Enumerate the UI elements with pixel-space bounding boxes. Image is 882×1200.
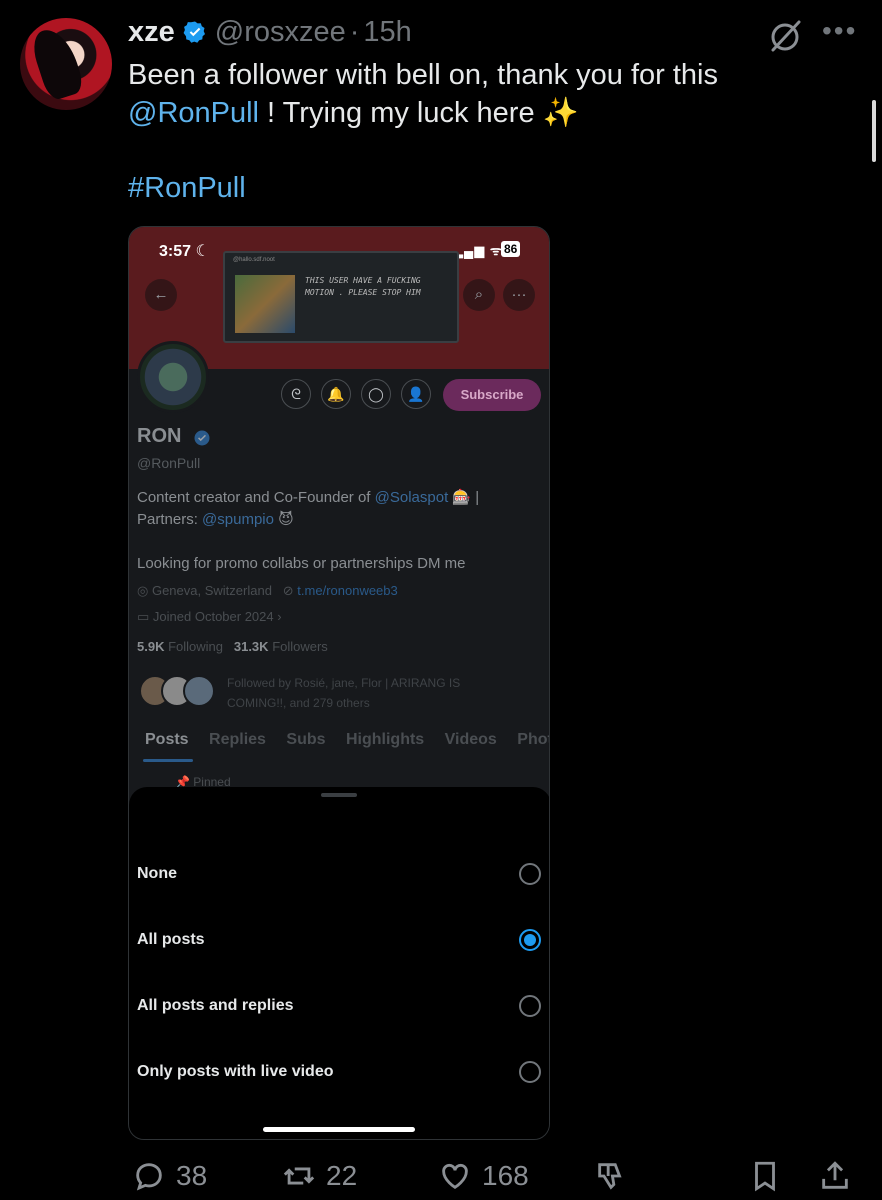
- message-icon: ◯: [361, 379, 391, 409]
- option-label: All posts: [137, 931, 205, 948]
- profile-counts: 5.9K Following 31.3K Followers: [137, 639, 328, 654]
- followed-by-avatars: [139, 675, 219, 709]
- tweet-line-1: Been a follower with bell on, thank you …: [128, 59, 718, 91]
- attached-image[interactable]: 3:57 ☾ ▂▄▆ ᯤ 86 ← @hallo.sdf.noot THIS U…: [128, 226, 550, 1140]
- share-icon: [822, 1161, 848, 1189]
- tab-replies: Replies: [209, 731, 266, 748]
- option-none: None: [137, 855, 541, 895]
- chevron-right-icon: ›: [277, 609, 282, 624]
- profile-verified-icon: [194, 430, 210, 446]
- thumbs-down-icon: [598, 1163, 622, 1190]
- radio-button: [519, 863, 541, 885]
- like-button[interactable]: 168: [438, 1158, 529, 1194]
- link-icon: ⊘: [282, 583, 294, 598]
- hashtag-link[interactable]: #RonPull: [128, 172, 246, 205]
- banner-note-image: @hallo.sdf.noot THIS USER HAVE A FUCKING…: [223, 251, 459, 343]
- profile-bio: Content creator and Co-Founder of @Solas…: [137, 487, 537, 531]
- profile-joined: ▭ Joined October 2024 ›: [137, 609, 282, 625]
- battery-indicator: 86: [501, 241, 521, 257]
- tab-posts: Posts: [145, 731, 189, 748]
- tweet-actions: 38 22 168: [128, 1152, 868, 1198]
- radio-button: [519, 1061, 541, 1083]
- radio-button-selected: [519, 929, 541, 951]
- sparkles-emoji: ✨: [542, 97, 579, 129]
- reply-count: 38: [176, 1160, 208, 1191]
- bookmark-icon: [755, 1161, 775, 1192]
- option-label: Only posts with live video: [137, 1063, 334, 1080]
- grok-icon[interactable]: [767, 18, 803, 54]
- heart-icon: [442, 1163, 468, 1190]
- author-handle[interactable]: @rosxzee: [215, 16, 346, 49]
- back-arrow-icon: ←: [145, 279, 177, 311]
- profile-handle: @RonPull: [137, 455, 201, 471]
- profile-tabs: Posts Replies Subs Highlights Videos Pho…: [145, 731, 549, 749]
- option-label: None: [137, 865, 177, 882]
- calendar-icon: ▭: [137, 609, 150, 624]
- scrollbar[interactable]: [872, 100, 876, 162]
- author-avatar[interactable]: [20, 18, 112, 110]
- tweet-line-2: ! Trying my luck here: [259, 97, 535, 129]
- more-options-icon[interactable]: •••: [822, 17, 862, 46]
- bio-link-solaspot: @Solaspot: [374, 489, 449, 506]
- separator-dot: ·: [349, 15, 360, 48]
- subscribe-button: Subscribe: [443, 379, 541, 411]
- grok-action-icon: ᘓ: [281, 379, 311, 409]
- like-count: 168: [482, 1160, 529, 1191]
- more-icon: ···: [503, 279, 535, 311]
- home-indicator: [263, 1127, 415, 1132]
- option-label: All posts and replies: [137, 997, 294, 1014]
- author-name[interactable]: xze: [128, 16, 175, 49]
- bio-text-suffix: 😈: [273, 511, 294, 528]
- verified-badge-icon: [183, 21, 205, 43]
- repost-icon: [283, 1167, 315, 1185]
- followed-by-text: Followed by Rosié, jane, Flor | ARIRANG …: [227, 676, 461, 710]
- mention-link[interactable]: @RonPull: [128, 97, 259, 129]
- profile-meta: ◎ Geneva, Switzerland ⊘ t.me/rononweeb3: [137, 583, 398, 599]
- radio-button: [519, 995, 541, 1017]
- profile-name: RON: [137, 425, 182, 447]
- location-icon: ◎: [137, 583, 149, 598]
- joined-text: Joined October 2024: [152, 609, 274, 624]
- tab-photos: Photo: [517, 731, 549, 748]
- repost-button[interactable]: 22: [282, 1158, 357, 1194]
- reply-button[interactable]: 38: [132, 1158, 207, 1194]
- tweet-time[interactable]: 15h: [363, 16, 411, 49]
- pixel-art-image: [235, 275, 295, 333]
- dislike-button[interactable]: [594, 1158, 628, 1194]
- repost-count: 22: [326, 1160, 358, 1191]
- profile-url: t.me/rononweeb3: [297, 583, 398, 598]
- tweet-text: Been a follower with bell on, thank you …: [128, 56, 848, 132]
- search-icon: ⌕: [463, 279, 495, 311]
- profile-avatar: [137, 341, 209, 413]
- notification-bell-icon: 🔔: [321, 379, 351, 409]
- following-count: 5.9K: [137, 639, 165, 654]
- signal-wifi-icon: ▂▄▆ ᯤ: [453, 243, 503, 258]
- tab-highlights: Highlights: [345, 731, 425, 748]
- share-button[interactable]: [818, 1158, 852, 1194]
- followers-label: Followers: [272, 639, 328, 654]
- option-live-video: Only posts with live video: [137, 1053, 541, 1093]
- option-all-posts-and-replies: All posts and replies: [137, 987, 541, 1027]
- following-label: Following: [168, 639, 224, 654]
- bio-text: Content creator and Co-Founder of: [137, 489, 375, 506]
- location-text: Geneva, Switzerland: [151, 583, 272, 598]
- profile-bio-line-2: Looking for promo collabs or partnership…: [137, 555, 466, 572]
- note-label: @hallo.sdf.noot: [233, 257, 275, 263]
- option-all-posts: All posts: [137, 921, 541, 961]
- followers-count: 31.3K: [233, 639, 269, 654]
- bio-link-spumpio: @spumpio: [202, 511, 274, 528]
- reply-icon: [136, 1163, 162, 1191]
- status-time: 3:57 ☾: [159, 243, 210, 260]
- bookmark-button[interactable]: [748, 1158, 782, 1194]
- follow-person-icon: 👤: [401, 379, 431, 409]
- tab-videos: Videos: [444, 731, 497, 748]
- active-tab-indicator: [143, 759, 193, 762]
- tweet-header: xze @rosxzee · 15h: [128, 14, 412, 50]
- tab-subs: Subs: [286, 731, 326, 748]
- note-text: THIS USER HAVE A FUCKING MOTION . PLEASE…: [305, 276, 421, 297]
- sheet-drag-handle: [321, 793, 357, 797]
- notification-options-sheet: None All posts All posts and replies Onl…: [129, 787, 549, 1139]
